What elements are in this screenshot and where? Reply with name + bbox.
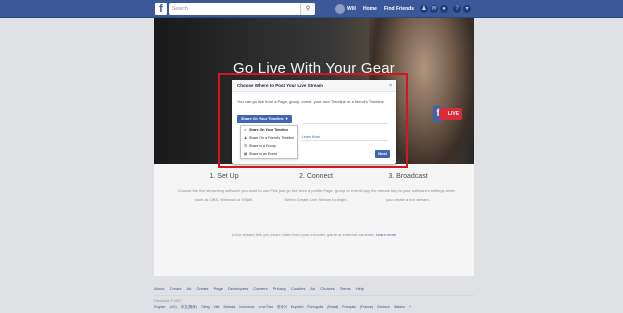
- live-badge: LIVE: [439, 108, 463, 120]
- learn-more-link[interactable]: Learn more: [376, 232, 396, 237]
- footer-links[interactable]: About Create Ad Create Page Developers C…: [154, 286, 364, 291]
- highlight-box: [218, 73, 408, 168]
- nav-profile-link[interactable]: Will: [347, 4, 356, 14]
- content-panel: [154, 164, 474, 276]
- step-3-description: Copy the stream key to your software's s…: [360, 188, 456, 202]
- friend-requests-icon[interactable]: ♟: [420, 5, 428, 13]
- nav-find-friends-link[interactable]: Find Friends: [384, 4, 414, 14]
- search-icon[interactable]: ⚲: [300, 3, 315, 15]
- step-3-title: 3. Broadcast: [388, 173, 428, 180]
- disclaimer: A live stream lets you share video from …: [154, 232, 474, 237]
- footer-copyright: Facebook © 2017: [154, 299, 182, 303]
- avatar[interactable]: [335, 4, 345, 14]
- chevron-down-icon[interactable]: ▾: [463, 5, 471, 13]
- messages-icon[interactable]: ✉: [430, 5, 438, 13]
- footer-divider: [154, 295, 474, 296]
- step-1-description: Choose the live streaming software you w…: [177, 188, 271, 202]
- top-navigation-bar: f Search ⚲ Will Home Find Friends ♟ ✉ ● …: [0, 0, 623, 18]
- facebook-logo[interactable]: f: [155, 3, 167, 15]
- footer-languages[interactable]: English (US) 中文(简体) Tiếng Việt Bahasa In…: [154, 304, 411, 310]
- disclaimer-text: A live stream lets you share video from …: [231, 232, 375, 237]
- step-2-description: Pick just go live from a profile Page, g…: [270, 188, 362, 202]
- step-2-title: 2. Connect: [299, 173, 333, 180]
- notifications-icon[interactable]: ●: [440, 5, 448, 13]
- search-input[interactable]: Search: [169, 3, 315, 15]
- help-icon[interactable]: ?: [453, 5, 461, 13]
- nav-home-link[interactable]: Home: [363, 4, 377, 14]
- step-1-title: 1. Set Up: [209, 173, 239, 180]
